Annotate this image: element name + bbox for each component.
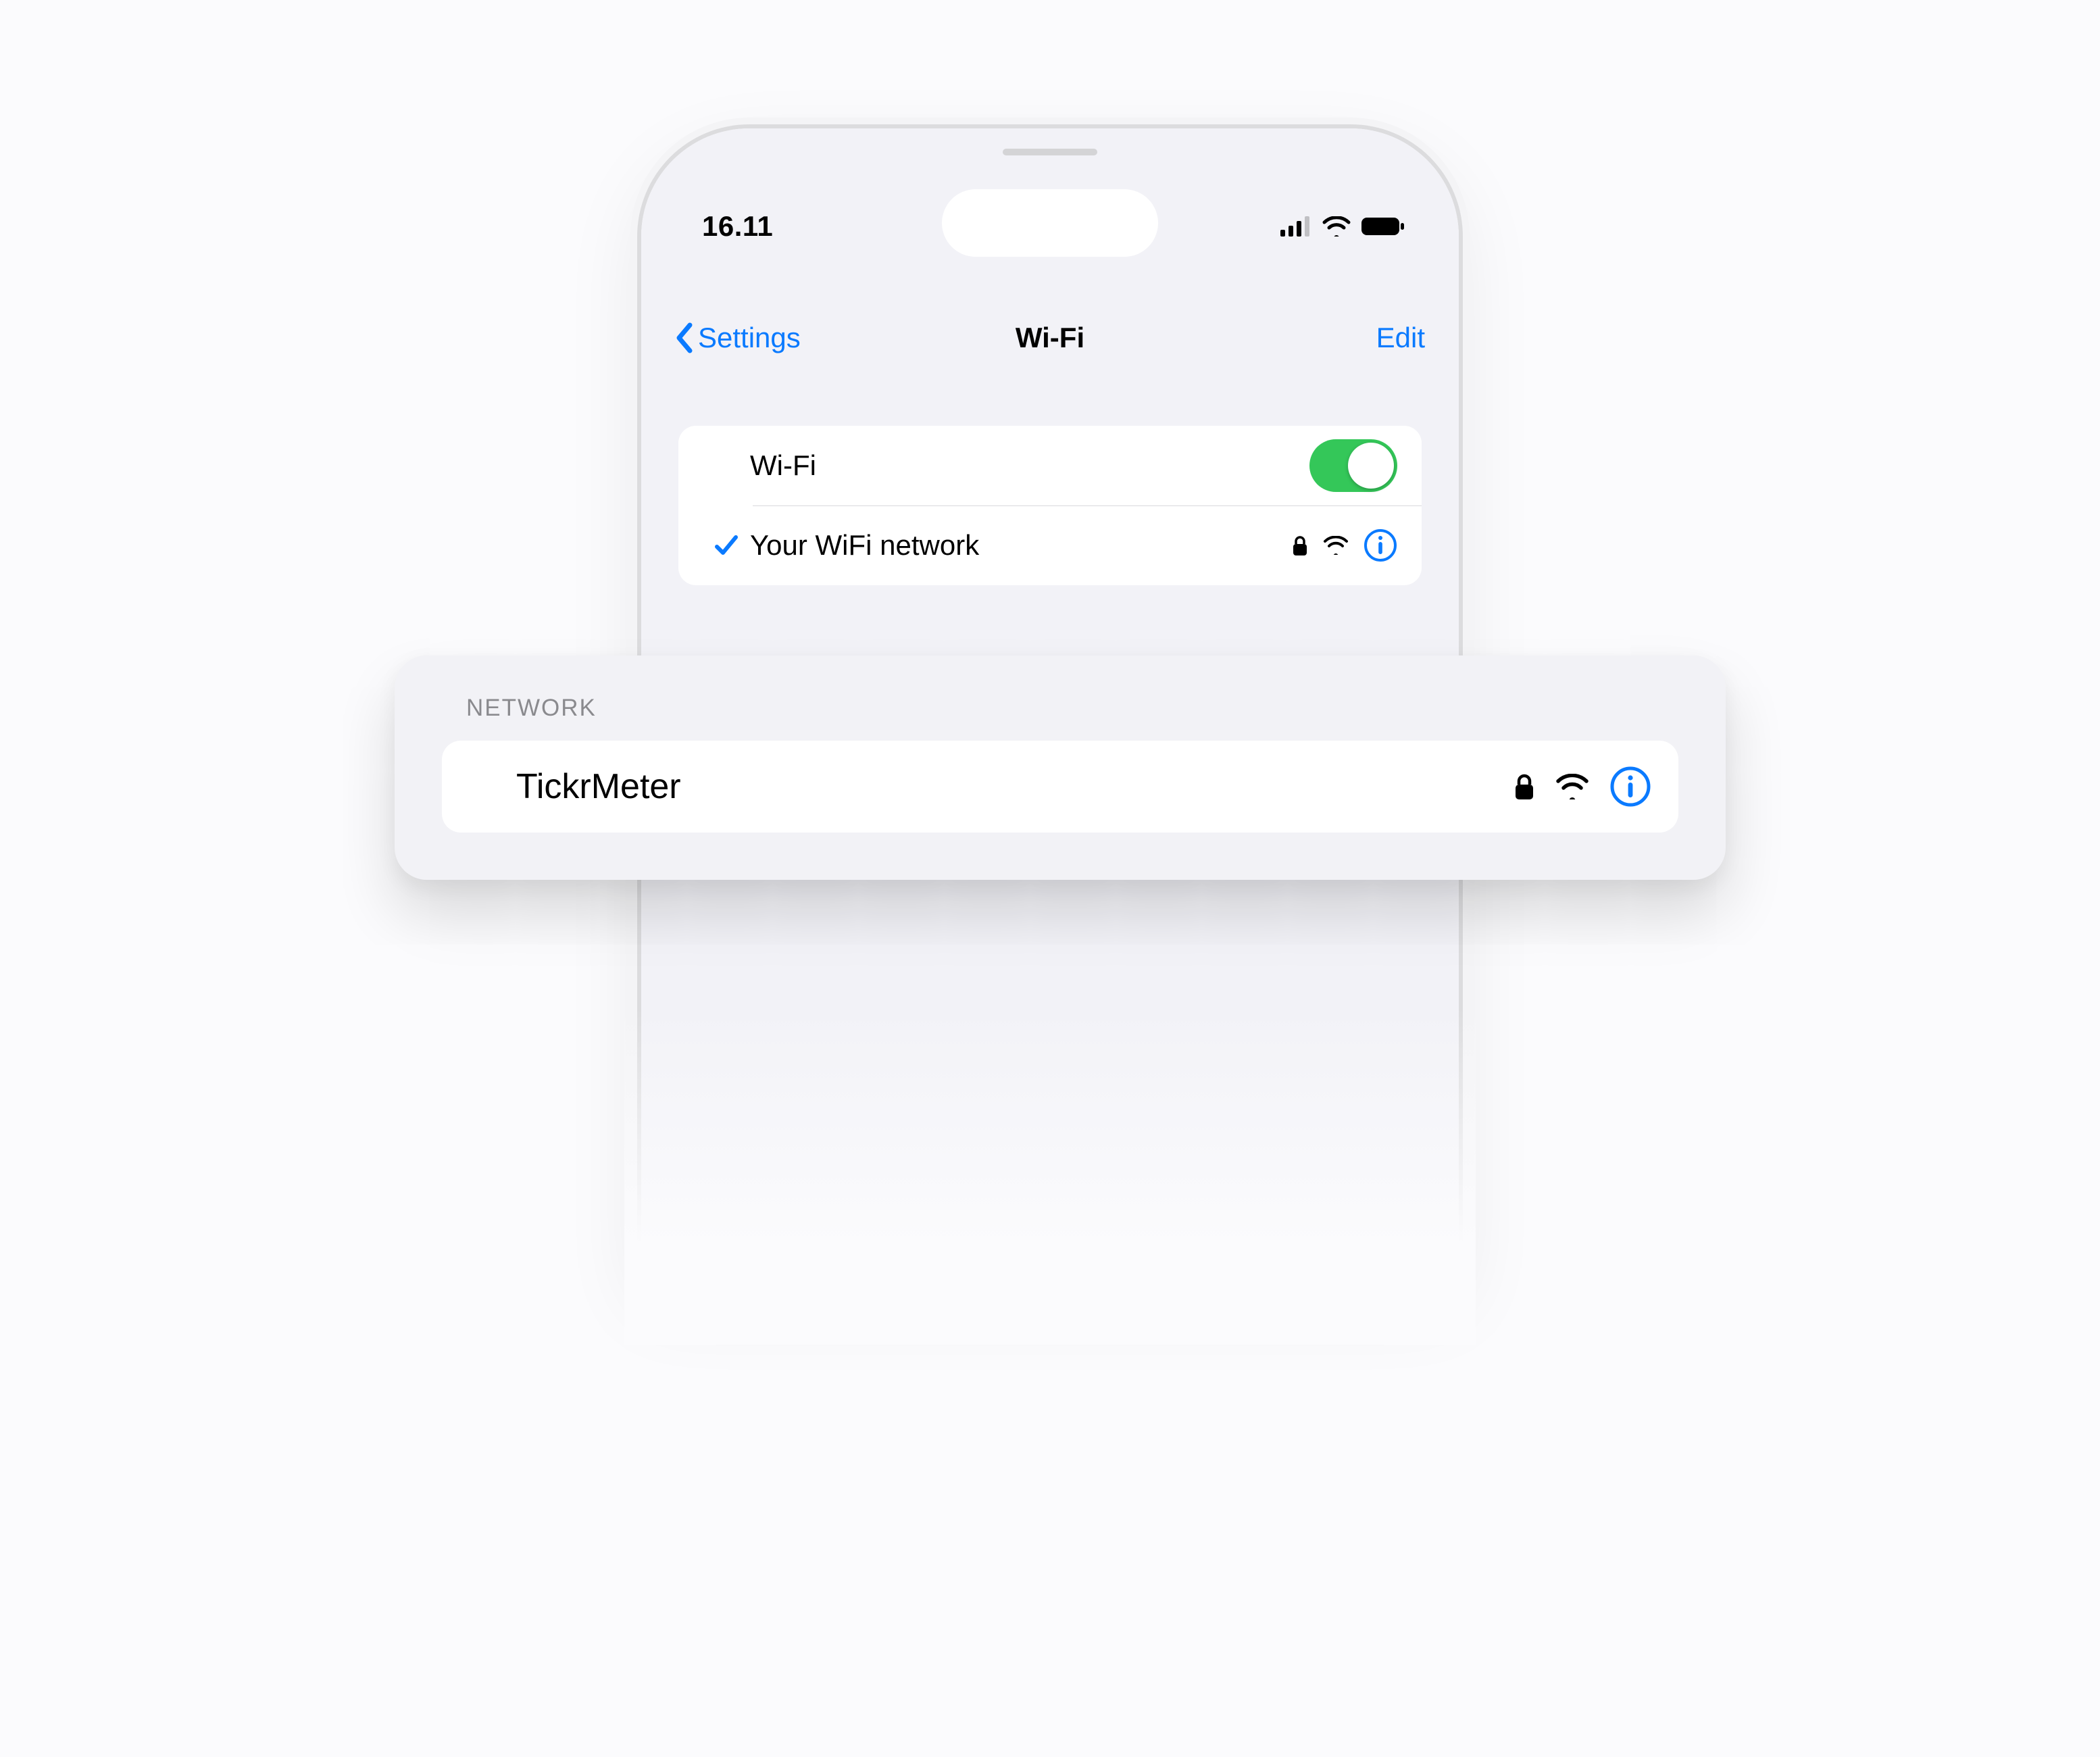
battery-icon — [1361, 216, 1405, 237]
toggle-knob — [1348, 443, 1394, 489]
lock-icon — [1514, 772, 1535, 801]
back-button[interactable]: Settings — [675, 322, 801, 354]
status-indicators — [1280, 216, 1405, 237]
wifi-signal-icon — [1555, 774, 1589, 799]
navigation-bar: Settings Wi-Fi Edit — [641, 304, 1459, 372]
checkmark-icon — [713, 532, 740, 559]
lock-icon — [1292, 535, 1308, 556]
wifi-toggle-label: Wi-Fi — [750, 449, 1309, 482]
info-button[interactable] — [1609, 766, 1651, 808]
row-divider — [753, 505, 1422, 506]
wifi-toggle-row: Wi-Fi — [678, 426, 1422, 505]
wifi-signal-icon — [1323, 536, 1349, 555]
cellular-signal-icon — [1280, 216, 1311, 237]
network-section-header: NETWORK — [466, 695, 1678, 722]
chevron-left-icon — [675, 322, 695, 353]
connected-network-row[interactable]: Your WiFi network — [678, 505, 1422, 585]
wifi-icon — [1322, 216, 1351, 237]
connected-network-name: Your WiFi network — [750, 529, 1292, 562]
wifi-settings-card: Wi-Fi — [678, 426, 1422, 585]
status-time: 16.11 — [702, 210, 773, 243]
status-bar: 16.11 — [641, 128, 1459, 257]
page-title: Wi-Fi — [1016, 322, 1084, 354]
info-button[interactable] — [1364, 528, 1397, 562]
network-popover-card: NETWORK TickrMeter — [395, 655, 1726, 880]
available-network-row[interactable]: TickrMeter — [442, 741, 1678, 833]
back-label: Settings — [698, 322, 801, 354]
edit-button[interactable]: Edit — [1376, 322, 1425, 354]
wifi-toggle-switch[interactable] — [1309, 439, 1397, 492]
available-network-name: TickrMeter — [516, 766, 1514, 807]
